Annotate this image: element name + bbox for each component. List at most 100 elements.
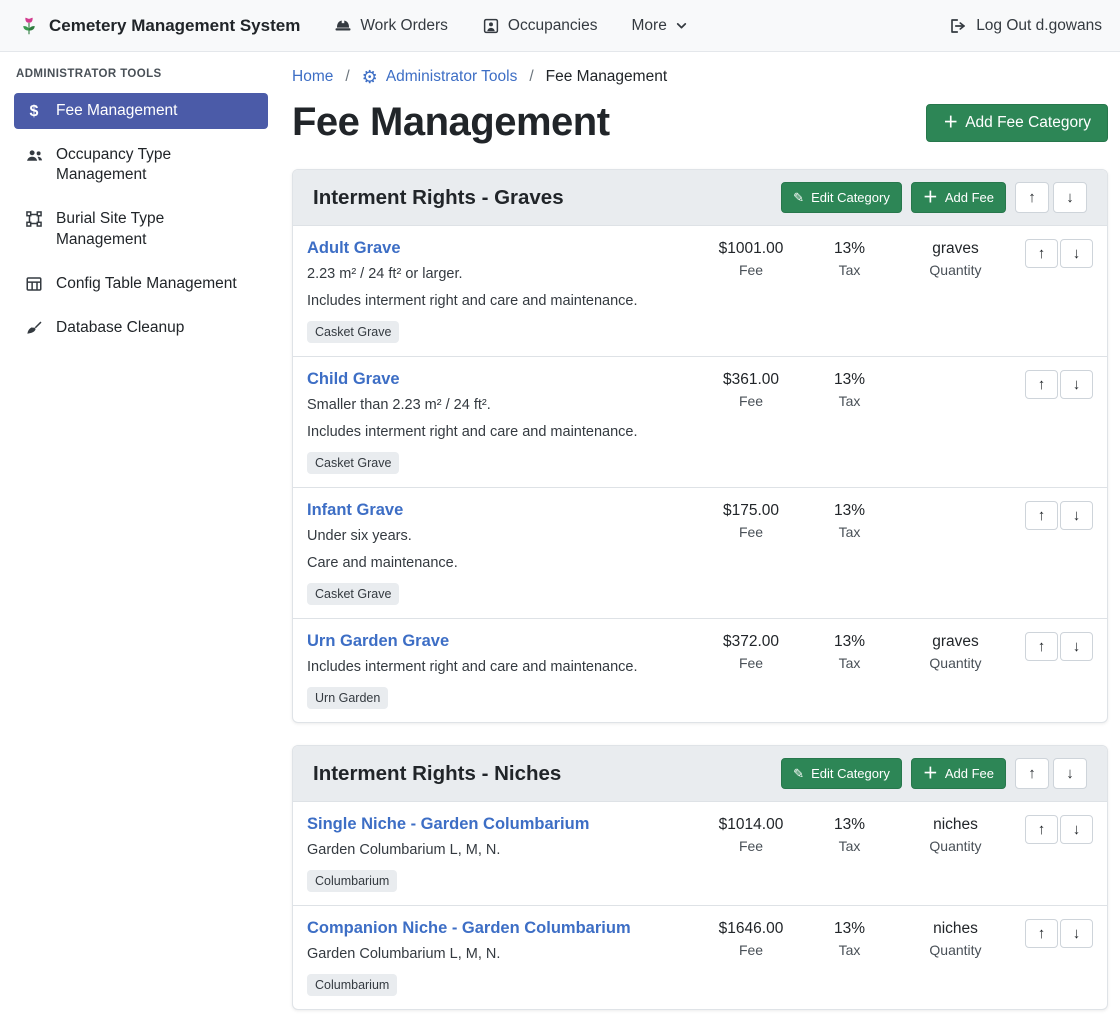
move-fee-up-button[interactable]: ↑ (1025, 815, 1058, 844)
fee-name-link[interactable]: Child Grave (307, 370, 400, 389)
move-fee-up-button[interactable]: ↑ (1025, 239, 1058, 268)
fee-quantity: graves (898, 240, 1013, 258)
nav-more[interactable]: More (632, 17, 688, 35)
sidebar-item-label: Occupancy Type Management (56, 145, 258, 185)
arrow-down-icon: ↓ (1073, 638, 1081, 655)
admin-sidebar: ADMINISTRATOR TOOLS $ Fee Management Occ… (0, 52, 280, 354)
arrow-up-icon: ↑ (1028, 765, 1036, 782)
fee-category-header: Interment Rights - Niches ✎ Edit Categor… (293, 746, 1107, 801)
fee-tax-label: Tax (807, 262, 892, 278)
sidebar-item-database-cleanup[interactable]: Database Cleanup (14, 310, 268, 346)
fee-description-1: Garden Columbarium L, M, N. (307, 944, 695, 965)
move-fee-up-button[interactable]: ↑ (1025, 370, 1058, 399)
add-fee-category-button[interactable]: ＋ Add Fee Category (926, 104, 1108, 142)
fee-tax: 13% (807, 633, 892, 651)
move-category-up-button[interactable]: ↑ (1015, 758, 1049, 789)
move-category-up-button[interactable]: ↑ (1015, 182, 1049, 213)
fee-tax-label: Tax (807, 524, 892, 540)
fee-category-header: Interment Rights - Graves ✎ Edit Categor… (293, 170, 1107, 225)
plus-icon: ＋ (923, 766, 938, 781)
fee-tax: 13% (807, 240, 892, 258)
nav-occupancies[interactable]: Occupancies (482, 17, 598, 35)
pencil-icon: ✎ (793, 767, 804, 780)
fee-quantity-col (898, 370, 1013, 393)
move-fee-down-button[interactable]: ↓ (1060, 239, 1093, 268)
fee-tax: 13% (807, 371, 892, 389)
fee-main: Adult Grave 2.23 m² / 24 ft² or larger. … (307, 239, 695, 343)
fee-row: Single Niche - Garden Columbarium Garden… (293, 801, 1107, 905)
fee-quantity-col (898, 501, 1013, 524)
move-category-down-button[interactable]: ↓ (1053, 758, 1087, 789)
arrow-up-icon: ↑ (1038, 245, 1046, 262)
arrow-up-icon: ↑ (1038, 376, 1046, 393)
fee-amount-label: Fee (701, 393, 801, 409)
fee-quantity (898, 502, 1013, 520)
fee-name-link[interactable]: Adult Grave (307, 239, 401, 258)
move-fee-up-button[interactable]: ↑ (1025, 919, 1058, 948)
fee-amount-col: $1014.00 Fee (701, 815, 801, 854)
nav-work-orders[interactable]: Work Orders (334, 17, 448, 35)
sidebar-item-burial-site-type-management[interactable]: Burial Site Type Management (14, 201, 268, 257)
edit-category-button[interactable]: ✎ Edit Category (781, 182, 902, 213)
arrow-down-icon: ↓ (1066, 189, 1074, 206)
breadcrumb: Home / ⚙ Administrator Tools / Fee Manag… (292, 68, 1108, 86)
sidebar-item-fee-management[interactable]: $ Fee Management (14, 93, 268, 129)
fee-amount: $1014.00 (701, 816, 801, 834)
arrow-down-icon: ↓ (1073, 821, 1081, 838)
fee-name-link[interactable]: Urn Garden Grave (307, 632, 449, 651)
category-title: Interment Rights - Graves (313, 186, 564, 210)
fee-main: Infant Grave Under six years. Care and m… (307, 501, 695, 605)
edit-category-button[interactable]: ✎ Edit Category (781, 758, 902, 789)
move-fee-down-button[interactable]: ↓ (1060, 632, 1093, 661)
nav-more-label: More (632, 17, 667, 35)
fee-name-link[interactable]: Infant Grave (307, 501, 403, 520)
move-fee-up-button[interactable]: ↑ (1025, 501, 1058, 530)
move-category-down-button[interactable]: ↓ (1053, 182, 1087, 213)
breadcrumb-home-link[interactable]: Home (292, 68, 333, 86)
breadcrumb-admin-tools-link[interactable]: ⚙ Administrator Tools (362, 68, 518, 86)
fee-type-badge: Casket Grave (307, 583, 399, 605)
breadcrumb-home-label: Home (292, 68, 333, 86)
fee-quantity-label: Quantity (898, 655, 1013, 671)
move-fee-down-button[interactable]: ↓ (1060, 815, 1093, 844)
breadcrumb-separator: / (529, 68, 533, 86)
fee-tax-label: Tax (807, 942, 892, 958)
fee-tax: 13% (807, 502, 892, 520)
fee-tax-col: 13% Tax (807, 239, 892, 278)
fee-amount-label: Fee (701, 262, 801, 278)
page-title: Fee Management (292, 100, 610, 145)
nav-work-orders-label: Work Orders (360, 17, 448, 35)
dollar-icon: $ (24, 102, 44, 121)
sidebar-item-config-table-management[interactable]: Config Table Management (14, 266, 268, 302)
move-fee-down-button[interactable]: ↓ (1060, 370, 1093, 399)
fee-tax: 13% (807, 816, 892, 834)
add-fee-button[interactable]: ＋ Add Fee (911, 182, 1006, 213)
fee-name-link[interactable]: Single Niche - Garden Columbarium (307, 815, 589, 834)
fee-name-link[interactable]: Companion Niche - Garden Columbarium (307, 919, 631, 938)
occupancy-frame-person-icon (482, 17, 500, 35)
fee-quantity-label: Quantity (898, 838, 1013, 854)
move-fee-down-button[interactable]: ↓ (1060, 919, 1093, 948)
fee-tax-col: 13% Tax (807, 501, 892, 540)
breadcrumb-admin-tools-label: Administrator Tools (386, 68, 518, 86)
arrow-down-icon: ↓ (1073, 376, 1081, 393)
move-fee-down-button[interactable]: ↓ (1060, 501, 1093, 530)
move-fee-up-button[interactable]: ↑ (1025, 632, 1058, 661)
fee-amount-label: Fee (701, 524, 801, 540)
fee-tax-label: Tax (807, 655, 892, 671)
brand-title: Cemetery Management System (49, 16, 300, 36)
fee-description-1: Under six years. (307, 526, 695, 547)
fee-amount-label: Fee (701, 838, 801, 854)
logout-link[interactable]: Log Out d.gowans (949, 17, 1102, 35)
fee-quantity: niches (898, 816, 1013, 834)
fee-tax-label: Tax (807, 393, 892, 409)
add-fee-button[interactable]: ＋ Add Fee (911, 758, 1006, 789)
arrow-up-icon: ↑ (1028, 189, 1036, 206)
edit-category-label: Edit Category (811, 190, 890, 205)
sidebar-item-occupancy-type-management[interactable]: Occupancy Type Management (14, 137, 268, 193)
fee-amount-col: $1001.00 Fee (701, 239, 801, 278)
brand-link[interactable]: Cemetery Management System (18, 15, 300, 37)
fee-row: Urn Garden Grave Includes interment righ… (293, 618, 1107, 722)
fee-row: Adult Grave 2.23 m² / 24 ft² or larger. … (293, 225, 1107, 356)
arrow-up-icon: ↑ (1038, 507, 1046, 524)
